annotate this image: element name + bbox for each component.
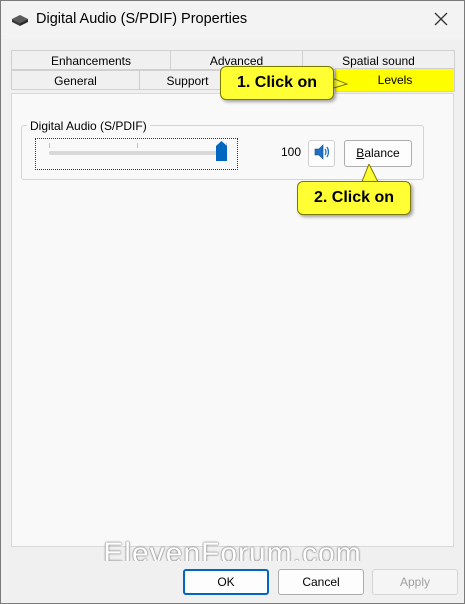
cancel-button[interactable]: Cancel xyxy=(278,569,364,595)
device-label: Digital Audio (S/PDIF) xyxy=(27,119,150,133)
close-button[interactable] xyxy=(418,1,464,39)
speaker-device-icon xyxy=(11,13,29,30)
tab-levels[interactable]: Levels xyxy=(335,68,455,92)
close-icon xyxy=(434,12,448,29)
mute-button[interactable] xyxy=(308,140,335,167)
tab-general[interactable]: General xyxy=(11,70,140,90)
callout-step1: 1. Click on xyxy=(220,66,334,100)
window-title: Digital Audio (S/PDIF) Properties xyxy=(36,11,248,27)
slider-tick xyxy=(137,143,138,148)
level-slider[interactable] xyxy=(49,151,227,155)
callout-step2: 2. Click on xyxy=(297,181,411,215)
balance-button[interactable]: Balance xyxy=(344,140,412,167)
speaker-volume-icon xyxy=(313,143,331,164)
slider-thumb[interactable] xyxy=(216,141,227,161)
title-bar: Digital Audio (S/PDIF) Properties xyxy=(1,1,464,39)
apply-button[interactable]: Apply xyxy=(372,569,458,595)
ok-button[interactable]: OK xyxy=(183,569,269,595)
tab-enhancements[interactable]: Enhancements xyxy=(11,50,171,70)
level-value: 100 xyxy=(280,145,301,159)
balance-label: Balance xyxy=(356,146,400,160)
slider-tick xyxy=(49,143,50,148)
properties-dialog: Digital Audio (S/PDIF) Properties Enhanc… xyxy=(0,0,465,604)
